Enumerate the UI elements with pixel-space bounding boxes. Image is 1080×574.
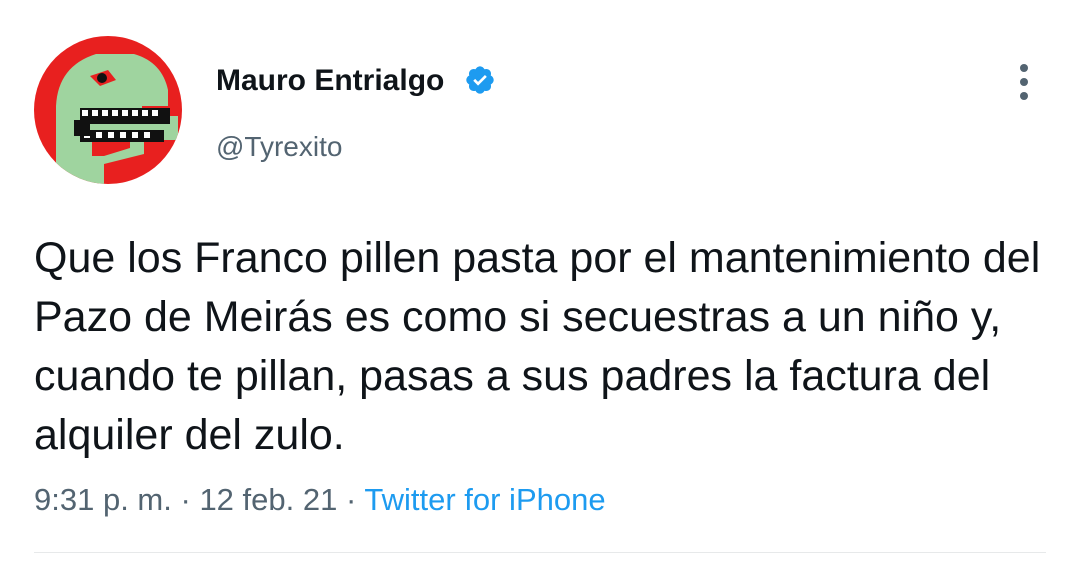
divider bbox=[34, 552, 1046, 553]
separator: · bbox=[180, 482, 191, 517]
avatar[interactable] bbox=[34, 36, 182, 184]
dinosaur-avatar-icon bbox=[34, 36, 182, 184]
user-handle[interactable]: @Tyrexito bbox=[216, 130, 342, 164]
tweet-metadata: 9:31 p. m. · 12 feb. 21 · Twitter for iP… bbox=[34, 480, 606, 520]
tweet-date[interactable]: 12 feb. 21 bbox=[199, 482, 337, 517]
tweet-source-link[interactable]: Twitter for iPhone bbox=[364, 482, 605, 517]
tweet-text: Que los Franco pillen pasta por el mante… bbox=[34, 234, 1041, 459]
display-name[interactable]: Mauro Entrialgo bbox=[216, 63, 444, 99]
verified-badge-icon bbox=[464, 64, 496, 96]
separator: · bbox=[345, 482, 357, 517]
tweet-time[interactable]: 9:31 p. m. bbox=[34, 482, 172, 517]
more-options-icon[interactable] bbox=[1008, 62, 1040, 102]
scrolled-content-edge bbox=[380, 0, 460, 4]
